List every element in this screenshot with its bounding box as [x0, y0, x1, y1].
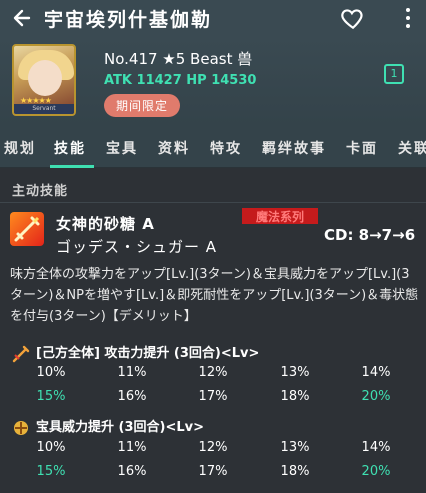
value-cell: 14% — [361, 440, 391, 455]
ascension-icon[interactable]: 1 — [384, 64, 404, 84]
favorite-heart-icon[interactable] — [340, 5, 366, 31]
red-stamp-mark: 魔法系列 — [240, 206, 320, 226]
skill-cooldown: CD: 8→7→6 — [324, 226, 416, 244]
effect-1-row-1: 10% 11% 12% 13% 14% — [0, 365, 426, 385]
tab-noble-phantasm[interactable]: 宝具 — [106, 138, 138, 158]
value-cell: 17% — [198, 464, 228, 479]
value-cell: 18% — [280, 464, 310, 479]
value-cell: 12% — [198, 365, 228, 380]
more-options-icon[interactable] — [398, 4, 418, 32]
effect-2-text: 宝具威力提升 (3回合)<Lv> — [36, 420, 204, 435]
value-cell: 13% — [280, 365, 310, 380]
value-cell: 12% — [198, 440, 228, 455]
value-cell: 20% — [361, 389, 391, 404]
avatar-label: Servant — [14, 104, 74, 114]
skill-name: 女神的砂糖 A — [56, 215, 155, 233]
servant-header: ★★★★★ Servant No.417 ★5 Beast 兽 ATK 1142… — [0, 36, 426, 126]
servant-atk-hp: ATK 11427 HP 14530 — [104, 73, 257, 88]
tab-related[interactable]: 关联 — [398, 138, 426, 158]
skill-description: 味方全体の攻撃力をアップ[Lv.](3ターン)＆宝具威力をアップ[Lv.](3タ… — [10, 267, 419, 324]
tab-card-art[interactable]: 卡面 — [346, 138, 378, 158]
section-title-active-skills: 主动技能 — [12, 184, 69, 199]
back-arrow-icon[interactable] — [0, 0, 44, 36]
effect-1-label: [己方全体] 攻击力提升 (3回合)<Lv> — [12, 342, 259, 363]
skill-sword-icon — [10, 212, 44, 246]
tab-bar: 规划 技能 宝具 资料 特攻 羁绊故事 卡面 关联 — [0, 126, 426, 168]
effect-1-row-2: 15% 16% 17% 18% 20% — [0, 389, 426, 409]
value-cell: 16% — [117, 464, 147, 479]
skill-name-jp: ゴッデス・シュガー A — [56, 238, 218, 256]
value-cell: 13% — [280, 440, 310, 455]
tab-bond-story[interactable]: 羁绊故事 — [262, 138, 326, 158]
servant-avatar[interactable]: ★★★★★ Servant — [12, 44, 76, 116]
value-cell: 10% — [36, 365, 66, 380]
effect-1-text: [己方全体] 攻击力提升 (3回合)<Lv> — [36, 346, 260, 361]
value-cell: 20% — [361, 464, 391, 479]
value-cell: 15% — [36, 464, 66, 479]
tab-skills[interactable]: 技能 — [54, 138, 86, 158]
np-damage-up-icon — [12, 419, 30, 437]
active-tab-indicator — [50, 165, 94, 168]
tab-special-attack[interactable]: 特攻 — [210, 138, 242, 158]
effect-2-label: 宝具威力提升 (3回合)<Lv> — [12, 416, 204, 437]
page-title: 宇宙埃列什基伽勒 — [44, 8, 213, 31]
value-cell: 18% — [280, 389, 310, 404]
stamp-text: 魔法系列 — [256, 209, 304, 224]
section-divider — [0, 202, 426, 203]
effect-2-row-2: 15% 16% 17% 18% 20% — [0, 464, 426, 484]
servant-info: No.417 ★5 Beast 兽 ATK 11427 HP 14530 期间限… — [104, 48, 256, 117]
value-cell: 16% — [117, 389, 147, 404]
attack-up-icon — [12, 345, 30, 363]
value-cell: 17% — [198, 389, 228, 404]
tab-profile[interactable]: 资料 — [158, 138, 190, 158]
effect-2-row-1: 10% 11% 12% 13% 14% — [0, 440, 426, 460]
value-cell: 15% — [36, 389, 66, 404]
value-cell: 11% — [117, 440, 147, 455]
value-cell: 14% — [361, 365, 391, 380]
limited-badge: 期间限定 — [104, 94, 181, 117]
value-cell: 10% — [36, 440, 66, 455]
value-cell: 11% — [117, 365, 147, 380]
servant-number-rarity-class: No.417 ★5 Beast 兽 — [104, 50, 253, 68]
tab-plan[interactable]: 规划 — [4, 138, 36, 158]
